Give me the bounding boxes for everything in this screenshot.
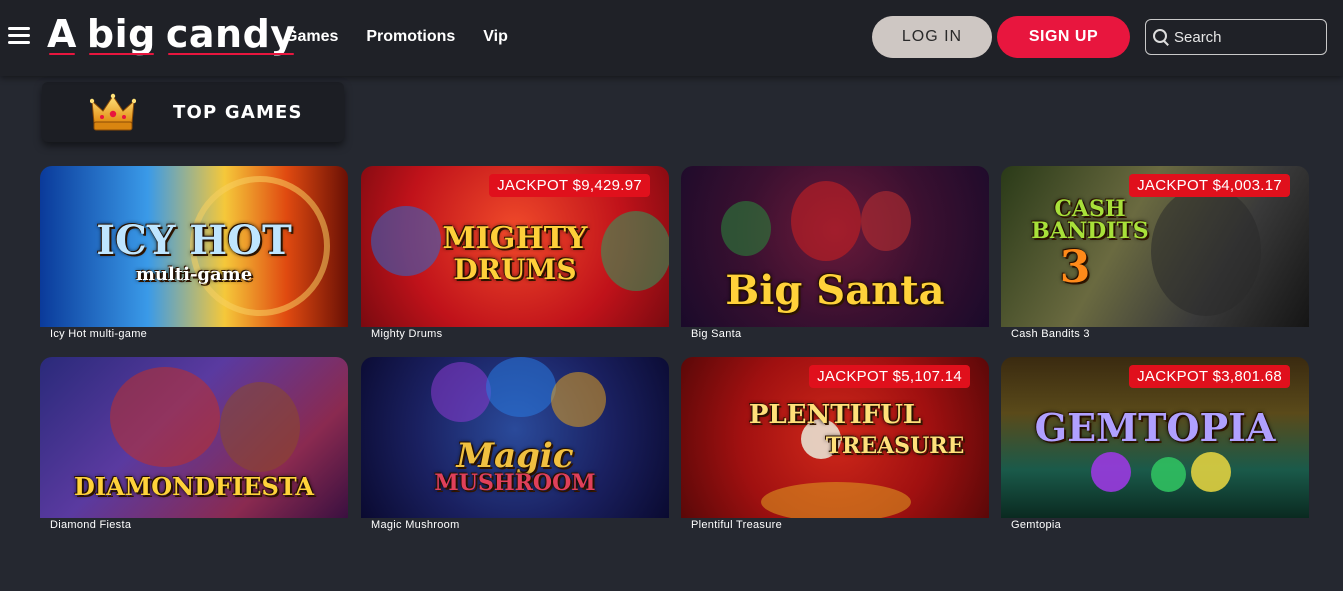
game-thumbnail[interactable]: ICY HOT multi-game [40, 166, 348, 327]
crown-icon [90, 93, 136, 131]
logo-word-2: big [86, 12, 156, 56]
game-thumbnail[interactable]: PLENTIFUL TREASURE JACKPOT $5,107.14 [681, 357, 989, 518]
jackpot-badge: JACKPOT $4,003.17 [1129, 174, 1290, 197]
game-name[interactable]: Gemtopia [1011, 519, 1061, 531]
top-header: Abig candy Games Promotions Vip LOG IN SI… [0, 0, 1343, 76]
nav-games[interactable]: Games [285, 28, 338, 46]
game-art-subtitle: 3 [1059, 242, 1091, 293]
game-name[interactable]: Cash Bandits 3 [1011, 328, 1090, 340]
game-card-cash-bandits-3[interactable]: CASH BANDITS 3 JACKPOT $4,003.17 Cash Ba… [1001, 166, 1309, 342]
signup-button[interactable]: SIGN UP [997, 16, 1130, 58]
game-name[interactable]: Big Santa [691, 328, 741, 340]
site-logo[interactable]: Abig candy [47, 12, 306, 62]
main-nav: Games Promotions Vip [285, 28, 508, 46]
jackpot-badge: JACKPOT $9,429.97 [489, 174, 650, 197]
game-art-title: GEMTOPIA [1034, 405, 1276, 450]
game-art-subtitle: MUSHROOM [434, 470, 596, 496]
game-thumbnail[interactable]: GEMTOPIA JACKPOT $3,801.68 [1001, 357, 1309, 518]
game-art-title: Magic [456, 436, 574, 476]
game-card-big-santa[interactable]: Big Santa Big Santa [681, 166, 989, 342]
game-art-title: ICY HOT [96, 217, 292, 264]
game-card-gemtopia[interactable]: GEMTOPIA JACKPOT $3,801.68 Gemtopia [1001, 357, 1309, 533]
game-thumbnail[interactable]: Big Santa [681, 166, 989, 327]
game-card-magic-mushroom[interactable]: Magic MUSHROOM Magic Mushroom [361, 357, 669, 533]
game-card-icy-hot[interactable]: ICY HOT multi-game Icy Hot multi-game [40, 166, 348, 342]
search-icon [1152, 28, 1170, 46]
nav-promotions[interactable]: Promotions [366, 28, 455, 46]
game-art-title: Big Santa [725, 267, 945, 314]
jackpot-badge: JACKPOT $5,107.14 [809, 365, 970, 388]
section-title: TOP GAMES [173, 102, 303, 123]
game-card-mighty-drums[interactable]: MIGHTY DRUMS JACKPOT $9,429.97 Mighty Dr… [361, 166, 669, 342]
game-name[interactable]: Plentiful Treasure [691, 519, 782, 531]
game-name[interactable]: Diamond Fiesta [50, 519, 131, 531]
logo-word-1: A [47, 12, 77, 56]
game-art-subtitle: multi-game [135, 264, 253, 285]
search-box[interactable] [1145, 19, 1327, 55]
game-name[interactable]: Icy Hot multi-game [50, 328, 147, 340]
game-card-diamond-fiesta[interactable]: DIAMONDFIESTA Diamond Fiesta [40, 357, 348, 533]
top-games-tab: TOP GAMES [42, 82, 344, 142]
game-art-subtitle: DRUMS [453, 253, 577, 286]
game-name[interactable]: Mighty Drums [371, 328, 442, 340]
game-thumbnail[interactable]: MIGHTY DRUMS JACKPOT $9,429.97 [361, 166, 669, 327]
game-art-title: CASH BANDITS [1031, 196, 1149, 244]
nav-vip[interactable]: Vip [483, 28, 508, 46]
game-card-plentiful-treasure[interactable]: PLENTIFUL TREASURE JACKPOT $5,107.14 Ple… [681, 357, 989, 533]
game-art-title: MIGHTY [442, 221, 588, 256]
logo-word-3: candy [165, 12, 296, 56]
game-thumbnail[interactable]: Magic MUSHROOM [361, 357, 669, 518]
search-input[interactable] [1174, 28, 1324, 46]
game-thumbnail[interactable]: DIAMONDFIESTA [40, 357, 348, 518]
game-thumbnail[interactable]: CASH BANDITS 3 JACKPOT $4,003.17 [1001, 166, 1309, 327]
game-art-title: DIAMONDFIESTA [74, 472, 314, 501]
login-button[interactable]: LOG IN [872, 16, 992, 58]
game-art-subtitle: TREASURE [825, 433, 965, 459]
hamburger-menu-icon[interactable] [8, 27, 30, 45]
jackpot-badge: JACKPOT $3,801.68 [1129, 365, 1290, 388]
game-name[interactable]: Magic Mushroom [371, 519, 460, 531]
game-art-title: PLENTIFUL [748, 400, 922, 430]
